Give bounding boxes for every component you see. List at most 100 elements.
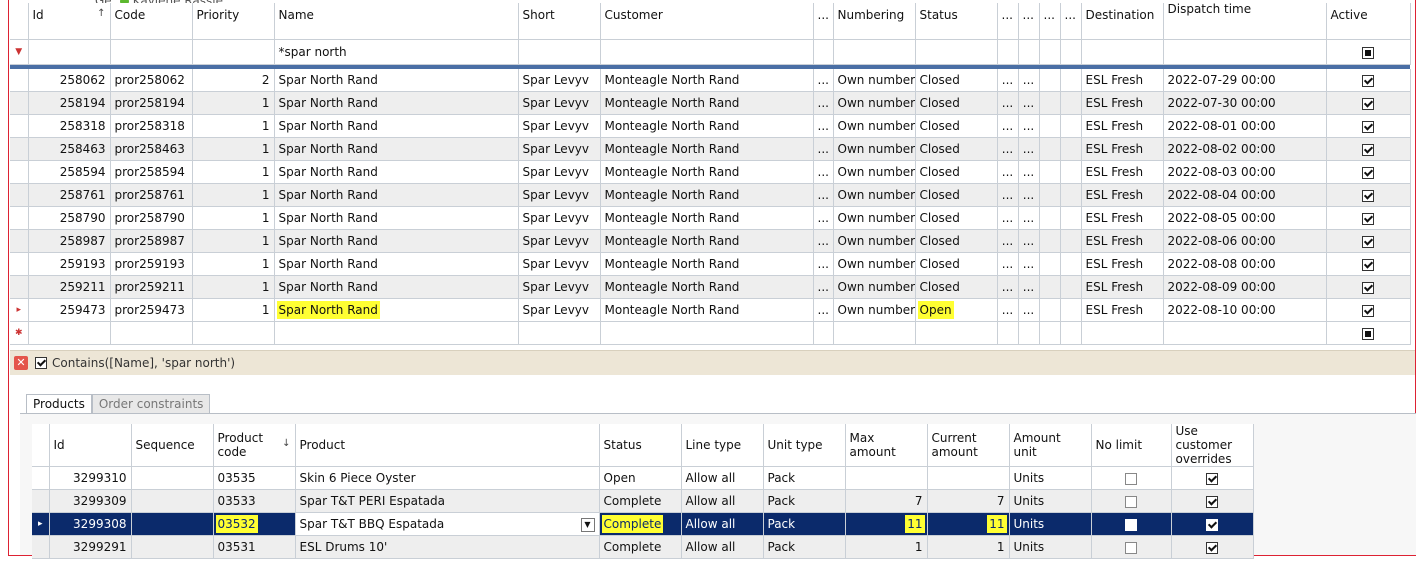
cell-status[interactable]: Open — [599, 466, 682, 490]
no-limit-checkbox[interactable] — [1125, 472, 1137, 485]
cell-line-type[interactable]: Allow all — [681, 466, 764, 490]
cell-numbering[interactable]: Own numbers — [833, 229, 916, 253]
active-checkbox[interactable] — [1362, 189, 1374, 202]
cell-code[interactable]: pror259473 — [110, 298, 193, 322]
cell-ellipsis[interactable]: ... — [997, 91, 1019, 115]
cell-numbering[interactable]: Own numbers — [833, 160, 916, 184]
cell-id[interactable]: 258318 — [28, 114, 111, 138]
pcol-sequence[interactable]: Sequence — [131, 424, 214, 467]
col-ellipsis-2[interactable]: ... — [997, 3, 1019, 40]
cell-short[interactable]: Spar Levyv — [518, 275, 601, 299]
cell-code[interactable]: pror258987 — [110, 229, 193, 253]
cell-id[interactable]: 258463 — [28, 137, 111, 161]
table-row[interactable]: ▸ 259473 pror259473 1 Spar North Rand Spar Le… — [10, 298, 1411, 322]
cell-product-code[interactable]: 03532 — [213, 512, 296, 536]
cell-destination[interactable]: ESL Fresh — [1081, 160, 1164, 184]
cell-ellipsis[interactable]: ... — [997, 137, 1019, 161]
cell-line-type[interactable]: Allow all — [681, 512, 764, 536]
cell-status[interactable]: Closed — [915, 229, 998, 253]
cell-code[interactable]: pror259193 — [110, 252, 193, 276]
cell-ellipsis[interactable]: ... — [813, 183, 834, 207]
ellipsis-button[interactable]: ... — [818, 96, 829, 110]
row-indicator[interactable] — [10, 114, 29, 138]
cell-product-code[interactable]: 03533 — [213, 489, 296, 513]
table-row[interactable]: 259211 pror259211 1 Spar North Rand Spar Lev… — [10, 275, 1411, 299]
cell-status[interactable]: Complete — [599, 535, 682, 559]
ellipsis-button[interactable]: ... — [818, 234, 829, 248]
cell-ellipsis[interactable]: ... — [1018, 137, 1040, 161]
cell-ellipsis[interactable]: ... — [813, 91, 834, 115]
pcol-no-limit[interactable]: No limit — [1091, 424, 1172, 467]
cell-short[interactable]: Spar Levyv — [518, 114, 601, 138]
active-checkbox[interactable] — [1362, 304, 1374, 317]
cell-sequence[interactable] — [131, 535, 214, 559]
cell-max-amount[interactable]: 1 — [845, 535, 928, 559]
cell-ellipsis[interactable]: ... — [1018, 91, 1040, 115]
cell-priority[interactable]: 2 — [192, 69, 275, 92]
cell-ellipsis[interactable]: ... — [1018, 206, 1040, 230]
ellipsis-button[interactable]: ... — [1002, 142, 1013, 156]
cell-status[interactable]: Closed — [915, 183, 998, 207]
table-row[interactable]: 258062 pror258062 2 Spar North Rand Spar Lev… — [10, 69, 1411, 92]
cell-customer[interactable]: Monteagle North Rand — [600, 137, 814, 161]
table-row[interactable]: 3299309 03533 Spar T&T PERI Espatada Comple… — [32, 489, 1254, 513]
row-indicator[interactable] — [32, 466, 50, 490]
cell-empty[interactable] — [1060, 229, 1082, 253]
ellipsis-button[interactable]: ... — [1023, 119, 1034, 133]
cell-product[interactable]: Spar T&T PERI Espatada — [295, 489, 600, 513]
cell-empty[interactable] — [1039, 275, 1061, 299]
cell-ellipsis[interactable]: ... — [997, 183, 1019, 207]
cell-customer[interactable]: Monteagle North Rand — [600, 252, 814, 276]
cell-dispatch-time[interactable]: 2022-08-08 00:00 — [1163, 252, 1327, 276]
col-id[interactable]: Id ↑ — [28, 3, 111, 40]
cell-status[interactable]: Complete — [599, 512, 682, 536]
table-row[interactable]: 3299291 03531 ESL Drums 10' Complete Allow a… — [32, 535, 1254, 559]
cell-empty[interactable] — [1060, 137, 1082, 161]
cell-ellipsis[interactable]: ... — [997, 114, 1019, 138]
cell-destination[interactable]: ESL Fresh — [1081, 275, 1164, 299]
cell-customer[interactable]: Monteagle North Rand — [600, 160, 814, 184]
cell-empty[interactable] — [1039, 206, 1061, 230]
cell-name[interactable]: Spar North Rand — [274, 69, 519, 92]
cell-status[interactable]: Open — [915, 298, 998, 322]
cell-current-amount[interactable] — [927, 466, 1010, 490]
cell-customer[interactable]: Monteagle North Rand — [600, 206, 814, 230]
cell-active[interactable] — [1326, 91, 1411, 115]
pcol-use-customer-overrides[interactable]: Use customer overrides — [1171, 424, 1254, 467]
col-ellipsis-1[interactable]: ... — [813, 3, 834, 40]
cell-short[interactable]: Spar Levyv — [518, 252, 601, 276]
cell-dispatch-time[interactable]: 2022-07-30 00:00 — [1163, 91, 1327, 115]
cell-product-code[interactable]: 03535 — [213, 466, 296, 490]
ellipsis-button[interactable]: ... — [1002, 188, 1013, 202]
cell-destination[interactable]: ESL Fresh — [1081, 114, 1164, 138]
cell-id[interactable]: 259211 — [28, 275, 111, 299]
cell-numbering[interactable]: Own numbers — [833, 298, 916, 322]
ellipsis-button[interactable]: ... — [1023, 73, 1034, 87]
cell-unit-type[interactable]: Pack — [763, 512, 846, 536]
ellipsis-button[interactable]: ... — [818, 211, 829, 225]
cell-status[interactable]: Closed — [915, 275, 998, 299]
cell-dispatch-time[interactable]: 2022-08-04 00:00 — [1163, 183, 1327, 207]
cell-short[interactable]: Spar Levyv — [518, 69, 601, 92]
cell-amount-unit[interactable]: Units — [1009, 512, 1092, 536]
cell-customer[interactable]: Monteagle North Rand — [600, 91, 814, 115]
cell-ellipsis[interactable]: ... — [813, 206, 834, 230]
cell-empty[interactable] — [1060, 114, 1082, 138]
ellipsis-button[interactable]: ... — [818, 165, 829, 179]
ellipsis-button[interactable]: ... — [1002, 280, 1013, 294]
ellipsis-button[interactable]: ... — [1002, 165, 1013, 179]
cell-numbering[interactable]: Own numbers — [833, 69, 916, 92]
ellipsis-button[interactable]: ... — [1023, 188, 1034, 202]
cell-ellipsis[interactable]: ... — [813, 114, 834, 138]
cell-customer[interactable]: Monteagle North Rand — [600, 69, 814, 92]
cell-numbering[interactable]: Own numbers — [833, 206, 916, 230]
cell-ellipsis[interactable]: ... — [997, 298, 1019, 322]
col-code[interactable]: Code — [110, 3, 193, 40]
ellipsis-button[interactable]: ... — [1023, 165, 1034, 179]
no-limit-checkbox[interactable] — [1125, 541, 1137, 554]
cell-status[interactable]: Closed — [915, 160, 998, 184]
overrides-checkbox[interactable] — [1206, 472, 1218, 485]
cell-code[interactable]: pror258318 — [110, 114, 193, 138]
cell-empty[interactable] — [1060, 252, 1082, 276]
pcol-status[interactable]: Status — [599, 424, 682, 467]
